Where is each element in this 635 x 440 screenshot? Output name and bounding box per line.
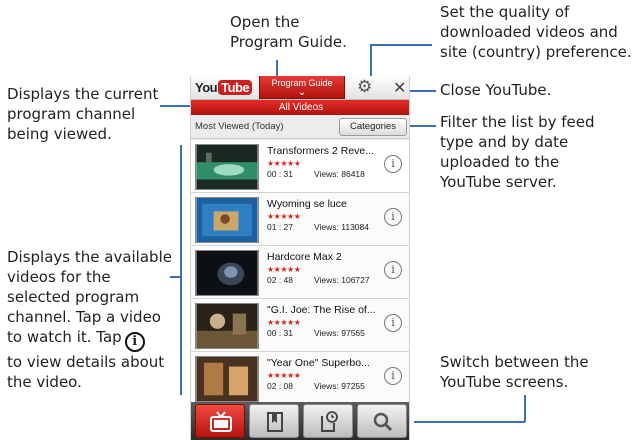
history-icon	[321, 411, 338, 432]
info-icon[interactable]: i	[384, 367, 402, 385]
info-icon[interactable]: i	[384, 155, 402, 173]
title-bar: You Tube Program Guide ⌄ ⚙ ✕	[191, 76, 409, 100]
video-row[interactable]: "G.I. Joe: The Rise of... ★★★★★ 00 : 31 …	[191, 299, 409, 352]
gear-icon[interactable]: ⚙	[357, 77, 372, 97]
callout-videos: Displays the available videos for the se…	[7, 248, 172, 391]
tv-icon	[210, 411, 232, 432]
callout-filter: Filter the list by feed type and by date…	[440, 113, 595, 191]
feed-label: Most Viewed (Today)	[195, 121, 284, 132]
categories-button[interactable]: Categories	[339, 118, 407, 136]
callout-settings: Set the quality of downloaded videos and…	[440, 3, 632, 61]
video-row[interactable]: Transformers 2 Reve... ★★★★★ 00 : 31 Vie…	[191, 140, 409, 193]
info-icon[interactable]: i	[384, 261, 402, 279]
tab-bar	[191, 402, 409, 440]
close-icon[interactable]: ✕	[393, 78, 406, 98]
bookmark-icon	[267, 412, 283, 432]
leader-settings-h	[370, 44, 432, 46]
video-thumbnail	[195, 197, 259, 243]
program-guide-button[interactable]: Program Guide ⌄	[259, 76, 345, 99]
tab-search[interactable]	[357, 404, 407, 438]
video-thumbnail	[195, 303, 259, 349]
video-list[interactable]: Transformers 2 Reve... ★★★★★ 00 : 31 Vie…	[191, 140, 409, 405]
filter-bar: Most Viewed (Today) Categories	[191, 115, 409, 139]
leader-videos-h	[170, 276, 181, 278]
tab-programs[interactable]	[195, 404, 245, 438]
callout-switch-screens: Switch between the YouTube screens.	[440, 353, 589, 391]
video-thumbnail	[195, 144, 259, 190]
info-icon: i	[124, 332, 145, 352]
video-row[interactable]: "Year One" Superbo... ★★★★★ 02 : 08 View…	[191, 352, 409, 405]
callout-close: Close YouTube.	[440, 81, 552, 99]
chevron-down-icon: ⌄	[297, 87, 307, 98]
search-icon	[373, 412, 393, 432]
leader-switch-v	[524, 395, 526, 422]
video-row[interactable]: Wyoming se luce ★★★★★ 01 : 27 Views: 113…	[191, 193, 409, 246]
info-icon[interactable]: i	[384, 314, 402, 332]
current-channel-bar: All Videos	[191, 100, 409, 115]
video-row[interactable]: Hardcore Max 2 ★★★★★ 02 : 48 Views: 1067…	[191, 246, 409, 299]
tab-bookmarks[interactable]	[249, 404, 299, 438]
video-thumbnail	[195, 356, 259, 402]
leader-videos	[180, 145, 182, 395]
callout-program-guide: Open the Program Guide.	[230, 13, 347, 51]
youtube-logo: You Tube	[195, 80, 253, 95]
info-icon[interactable]: i	[384, 208, 402, 226]
leader-switch-h	[414, 421, 525, 423]
callout-channel: Displays the current program channel bei…	[7, 85, 159, 143]
youtube-screen: You Tube Program Guide ⌄ ⚙ ✕ All Videos M…	[190, 76, 410, 440]
tab-history[interactable]	[303, 404, 353, 438]
video-thumbnail	[195, 250, 259, 296]
